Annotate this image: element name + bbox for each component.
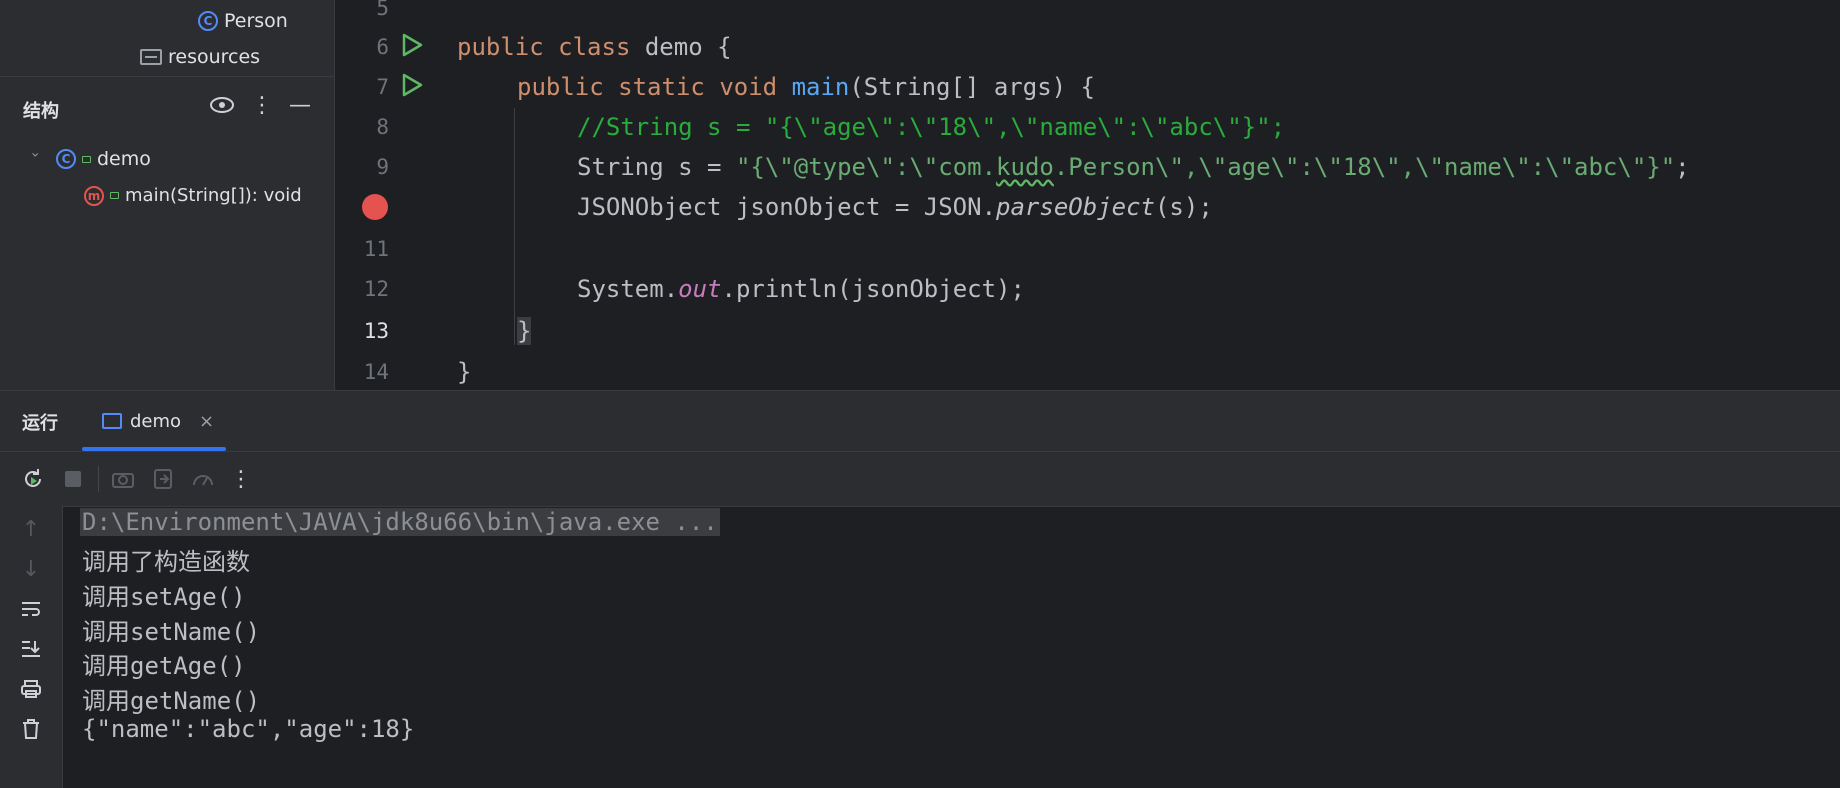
line-number: 12 xyxy=(363,277,389,301)
structure-item-label: main(String[]): void xyxy=(125,185,302,206)
console-line: 调用setAge() xyxy=(82,583,246,611)
more-options-icon[interactable]: ⋮ xyxy=(248,91,276,119)
line-number: 6 xyxy=(376,35,389,59)
camera-icon[interactable] xyxy=(108,464,138,494)
minimize-icon[interactable]: — xyxy=(286,91,314,119)
run-title: 运行 xyxy=(22,413,58,434)
tree-item-resources[interactable]: resources xyxy=(140,46,260,68)
code-line: 12 System.out.println(jsonObject); xyxy=(335,269,1840,309)
line-number: 13 xyxy=(363,319,389,343)
close-icon[interactable]: × xyxy=(199,411,214,432)
scroll-to-end-icon[interactable] xyxy=(16,634,46,664)
soft-wrap-icon[interactable] xyxy=(16,594,46,624)
console-output[interactable]: D:\Environment\JAVA\jdk8u66\bin\java.exe… xyxy=(62,506,1840,788)
profiler-icon[interactable] xyxy=(188,464,218,494)
line-number: 7 xyxy=(376,75,389,99)
structure-header: 结构 ⋮ — xyxy=(0,76,334,137)
toolbar-separator xyxy=(98,466,99,492)
exit-icon[interactable] xyxy=(148,464,178,494)
code-line: 8 //String s = "{\"age\":\"18\",\"name\"… xyxy=(335,107,1840,147)
code-line: 7 public static void main(String[] args)… xyxy=(335,67,1840,107)
structure-item-main[interactable]: m main(String[]): void xyxy=(84,185,302,206)
folder-icon xyxy=(140,49,162,65)
line-number: 5 xyxy=(376,0,389,20)
run-tool-window: 运行 demo × ⋮ ↑ ↓ D:\Environment\JAVA\jdk8… xyxy=(0,390,1840,788)
left-panel: C Person resources 结构 ⋮ — › C demo m mai… xyxy=(0,0,335,390)
code-editor[interactable]: 5 6 public class demo { 7 public static … xyxy=(335,0,1840,390)
tree-item-label: resources xyxy=(168,46,261,68)
console-side-toolbar: ↑ ↓ xyxy=(0,506,63,788)
chevron-down-icon[interactable]: › xyxy=(27,152,43,166)
tab-label: demo xyxy=(130,410,182,432)
code-line: JSONObject jsonObject = JSON.parseObject… xyxy=(335,187,1840,227)
code-text: JSONObject jsonObject = JSON.parseObject… xyxy=(577,193,1213,221)
active-tab-indicator xyxy=(82,447,226,451)
console-command-line: D:\Environment\JAVA\jdk8u66\bin\java.exe… xyxy=(80,508,720,536)
code-text: } xyxy=(457,358,472,386)
code-text: System.out.println(jsonObject); xyxy=(577,275,1025,303)
console-icon xyxy=(102,413,122,429)
print-icon[interactable] xyxy=(16,674,46,704)
console-line: {"name":"abc","age":18} xyxy=(82,715,415,743)
lock-icon xyxy=(82,155,91,163)
code-line: 6 public class demo { xyxy=(335,27,1840,67)
structure-item-label: demo xyxy=(97,148,151,170)
more-options-icon[interactable]: ⋮ xyxy=(226,464,256,494)
run-tab-bar: 运行 demo × xyxy=(0,391,1840,452)
breakpoint-icon[interactable] xyxy=(362,194,388,220)
rerun-icon[interactable] xyxy=(18,464,48,494)
structure-item-demo[interactable]: › C demo xyxy=(27,148,151,170)
console-line: 调用getAge() xyxy=(82,652,246,680)
lock-icon xyxy=(110,192,119,199)
run-toolbar: ⋮ xyxy=(0,452,1840,507)
console-line: 调用getName() xyxy=(82,687,261,715)
code-line: 11 xyxy=(335,229,1840,269)
method-icon: m xyxy=(84,185,104,206)
code-line: 5 xyxy=(335,0,1840,28)
tab-demo[interactable]: demo × xyxy=(82,391,226,451)
code-text: public class demo { xyxy=(457,33,732,61)
line-number: 11 xyxy=(363,237,389,261)
code-text: public static void main(String[] args) { xyxy=(517,73,1095,101)
eye-icon[interactable] xyxy=(208,91,236,119)
code-text: } xyxy=(517,317,532,345)
code-line: 14 } xyxy=(335,352,1840,392)
run-gutter-icon[interactable] xyxy=(401,33,423,61)
structure-title: 结构 xyxy=(23,101,59,122)
trash-icon[interactable] xyxy=(16,714,46,744)
class-icon: C xyxy=(198,11,218,31)
line-number: 8 xyxy=(376,115,389,139)
arrow-down-icon[interactable]: ↓ xyxy=(16,554,46,584)
console-line: 调用setName() xyxy=(82,618,261,646)
tree-item-label: Person xyxy=(224,10,288,32)
line-number: 9 xyxy=(376,155,389,179)
code-line: 13 } xyxy=(335,311,1840,351)
code-comment: //String s = "{\"age\":\"18\",\"name\":\… xyxy=(577,113,1286,141)
tree-item-person[interactable]: C Person xyxy=(198,10,288,32)
code-text: String s = "{\"@type\":\"com.kudo.Person… xyxy=(577,153,1690,181)
console-line: 调用了构造函数 xyxy=(82,548,250,576)
code-line: 9 String s = "{\"@type\":\"com.kudo.Pers… xyxy=(335,147,1840,187)
indent-guide xyxy=(514,108,515,345)
line-number: 14 xyxy=(363,360,389,384)
stop-icon[interactable] xyxy=(58,464,88,494)
arrow-up-icon[interactable]: ↑ xyxy=(16,514,46,544)
run-gutter-icon[interactable] xyxy=(401,73,423,101)
class-icon: C xyxy=(56,149,76,169)
